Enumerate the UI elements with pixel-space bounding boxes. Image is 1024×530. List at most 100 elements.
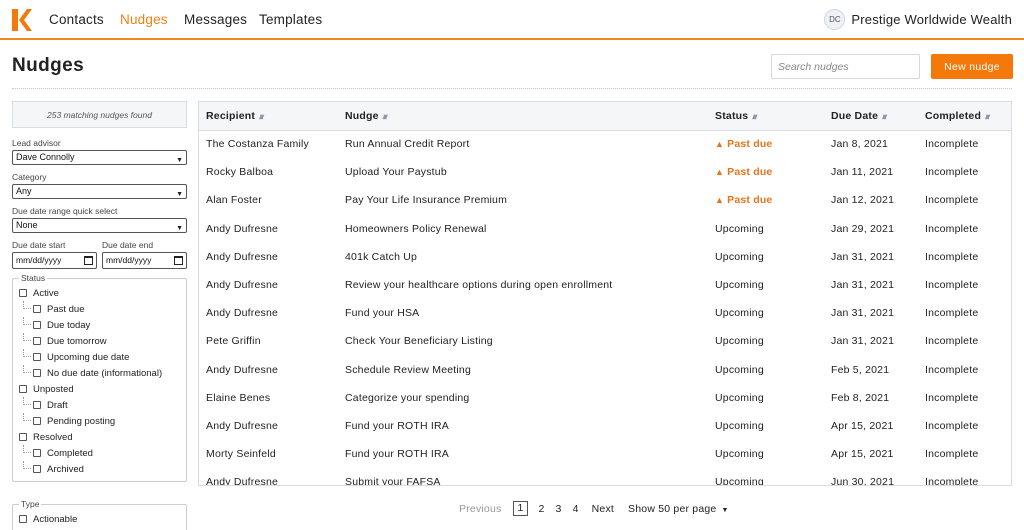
status-cell: Upcoming [708,440,824,468]
previous-button[interactable]: Previous [459,503,501,515]
column-header[interactable]: Completed ▴▾ [918,102,1011,131]
checkbox-icon[interactable] [19,433,27,441]
nudge-title[interactable]: Schedule Review Meeting [345,364,471,376]
status-checkbox[interactable]: Resolved [19,429,180,445]
status-checkbox[interactable]: Pending posting [19,413,180,429]
status-checkbox[interactable]: Completed [19,445,180,461]
nudge-title[interactable]: Pay Your Life Insurance Premium [345,194,507,206]
status-checkbox[interactable]: Upcoming due date [19,349,180,365]
category-select[interactable]: Any ▼ [12,184,187,199]
column-header[interactable]: Nudge ▴▾ [338,102,708,131]
status-checkbox[interactable]: Due today [19,317,180,333]
status-checkbox[interactable]: Archived [19,461,180,477]
nav-contacts[interactable]: Contacts [49,12,104,27]
page-2-button[interactable]: 2 [539,503,545,515]
nudge-title[interactable]: Review your healthcare options during op… [345,279,612,291]
nudge-title[interactable]: Submit your FAFSA [345,476,441,485]
table-row[interactable]: Andy Dufresne Homeowners Policy Renewal Up… [199,215,1011,243]
due-date-cell: Feb 5, 2021 [824,356,918,384]
nudge-cell: Run Annual Credit Report [338,130,708,158]
recipient-cell: Morty Seinfeld [199,440,338,468]
checkbox-icon[interactable] [33,305,41,313]
nudge-title[interactable]: Homeowners Policy Renewal [345,223,487,235]
checkbox-icon[interactable] [19,385,27,393]
sort-icon[interactable]: ▴▾ [259,112,264,121]
status-checkbox[interactable]: Draft [19,397,180,413]
new-nudge-button[interactable]: New nudge [931,54,1013,79]
status-checkbox[interactable]: No due date (informational) [19,365,180,381]
page-3-button[interactable]: 3 [556,503,562,515]
sort-icon[interactable]: ▴▾ [985,112,990,121]
table-row[interactable]: Andy Dufresne Fund your ROTH IRA Upcoming A… [199,412,1011,440]
table-row[interactable]: Andy Dufresne 401k Catch Up Upcoming Jan 31… [199,243,1011,271]
nudge-title[interactable]: Fund your ROTH IRA [345,420,449,432]
sort-icon[interactable]: ▴▾ [882,112,887,121]
nudge-title[interactable]: Fund your HSA [345,307,419,319]
recipient-cell: Alan Foster [199,186,338,214]
table-row[interactable]: Andy Dufresne Schedule Review Meeting Upco… [199,356,1011,384]
column-header[interactable]: Status ▴▾ [708,102,824,131]
status-checkbox[interactable]: Active [19,285,180,301]
account-name: Prestige Worldwide Wealth [851,12,1012,27]
nudge-title[interactable]: Run Annual Credit Report [345,138,469,150]
table-row[interactable]: Rocky Balboa Upload Your Paystub ▲ Past due… [199,158,1011,186]
table-row[interactable]: Pete Griffin Check Your Beneficiary Listi… [199,327,1011,355]
completed-cell: Incomplete [918,299,1011,327]
nudge-title[interactable]: 401k Catch Up [345,251,417,263]
table-row[interactable]: The Costanza Family Run Annual Credit Rep… [199,130,1011,158]
per-page-select[interactable]: Show 50 per page ▼ [628,503,729,515]
tree-connector [23,365,31,373]
k-logo-icon[interactable] [12,9,32,31]
page-1-button[interactable]: 1 [513,501,528,516]
status-checkbox[interactable]: Past due [19,301,180,317]
column-header[interactable]: Recipient ▴▾ [199,102,338,131]
next-button[interactable]: Next [592,503,614,515]
completed-status: Incomplete [925,335,979,348]
checkbox-icon[interactable] [33,401,41,409]
warning-icon: ▲ [715,167,725,178]
due-end-input[interactable]: mm/dd/yyyy [102,252,187,269]
table-row[interactable]: Andy Dufresne Fund your HSA Upcoming Jan 31… [199,299,1011,327]
table-row[interactable]: Alan Foster Pay Your Life Insurance Premi… [199,186,1011,214]
column-header[interactable]: Due Date ▴▾ [824,102,918,131]
sort-icon[interactable]: ▴▾ [752,112,757,121]
search-input[interactable] [771,54,920,79]
table-row[interactable]: Andy Dufresne Review your healthcare opti… [199,271,1011,299]
due-start-input[interactable]: mm/dd/yyyy [12,252,97,269]
checkbox-icon[interactable] [33,353,41,361]
due-date: Apr 15, 2021 [831,419,894,432]
status-checkbox-label: Unposted [33,383,74,395]
table-row[interactable]: Andy Dufresne Submit your FAFSA Upcoming Ju… [199,468,1011,485]
checkbox-icon[interactable] [33,369,41,377]
sort-icon[interactable]: ▴▾ [383,112,388,121]
lead-advisor-select[interactable]: Dave Connolly ▼ [12,150,187,165]
nudge-title[interactable]: Categorize your spending [345,392,469,404]
type-checkbox[interactable]: Actionable [19,511,180,527]
nav-nudges[interactable]: Nudges [120,12,168,27]
account-menu[interactable]: DC Prestige Worldwide Wealth [824,9,1012,30]
nudge-title[interactable]: Fund your ROTH IRA [345,448,449,460]
checkbox-icon[interactable] [19,515,27,523]
status-text: Upcoming [715,363,764,376]
page-4-button[interactable]: 4 [573,503,579,515]
calendar-icon[interactable] [174,256,183,265]
calendar-icon[interactable] [84,256,93,265]
checkbox-icon[interactable] [33,449,41,457]
nudge-title[interactable]: Upload Your Paystub [345,166,447,178]
checkbox-icon[interactable] [33,337,41,345]
recipient-name: Andy Dufresne [206,307,279,320]
nav-templates[interactable]: Templates [259,12,322,27]
checkbox-icon[interactable] [33,321,41,329]
nudge-title[interactable]: Check Your Beneficiary Listing [345,335,493,347]
table-row[interactable]: Morty Seinfeld Fund your ROTH IRA Upcoming… [199,440,1011,468]
table-row[interactable]: Elaine Benes Categorize your spending Upco… [199,384,1011,412]
checkbox-icon[interactable] [33,417,41,425]
status-checkbox[interactable]: Unposted [19,381,180,397]
checkbox-icon[interactable] [33,465,41,473]
due-date: Jan 29, 2021 [831,222,895,235]
type-list: ActionableInformational [19,511,180,530]
due-range-select[interactable]: None ▼ [12,218,187,233]
nav-messages[interactable]: Messages [184,12,247,27]
checkbox-icon[interactable] [19,289,27,297]
status-checkbox[interactable]: Due tomorrow [19,333,180,349]
